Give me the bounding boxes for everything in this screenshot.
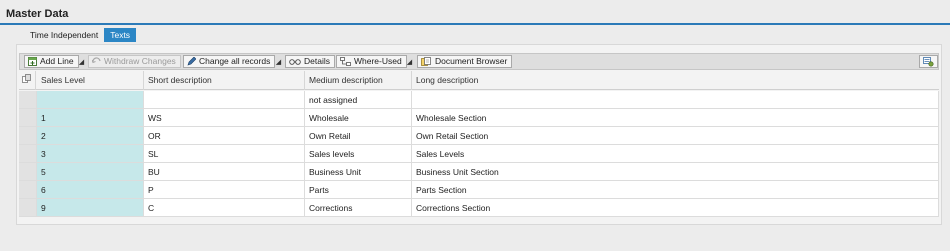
cell-long-description[interactable]: Parts Section xyxy=(412,181,939,199)
row-selector[interactable] xyxy=(19,163,37,181)
tab-bar: Time Independent Texts xyxy=(24,28,137,42)
cell-medium-description[interactable]: not assigned xyxy=(305,91,412,109)
table-row: 3 SL Sales levels Sales Levels xyxy=(19,145,939,163)
add-line-dropdown[interactable]: ◢ xyxy=(78,55,85,68)
add-line-label: Add Line xyxy=(40,56,74,66)
pencil-icon xyxy=(187,56,197,66)
row-selector[interactable] xyxy=(19,109,37,127)
table-row: 5 BU Business Unit Business Unit Section xyxy=(19,163,939,181)
cell-sales-level[interactable]: 9 xyxy=(37,199,144,217)
cell-sales-level[interactable]: 5 xyxy=(37,163,144,181)
cell-short-description[interactable]: OR xyxy=(144,127,305,145)
table-row: 2 OR Own Retail Own Retail Section xyxy=(19,127,939,145)
cell-short-description[interactable]: C xyxy=(144,199,305,217)
table-row: 6 P Parts Parts Section xyxy=(19,181,939,199)
cell-sales-level[interactable]: 2 xyxy=(37,127,144,145)
where-used-icon xyxy=(340,57,351,66)
column-header-sales-level[interactable]: Sales Level xyxy=(37,71,144,90)
add-line-icon xyxy=(28,57,37,66)
where-used-label: Where-Used xyxy=(354,56,402,66)
settings-icon xyxy=(923,57,934,67)
page-header: Master Data xyxy=(0,0,950,25)
table-row: 9 C Corrections Corrections Section xyxy=(19,199,939,217)
cell-short-description[interactable] xyxy=(144,91,305,109)
cell-long-description[interactable]: Wholesale Section xyxy=(412,109,939,127)
withdraw-icon xyxy=(91,57,101,66)
cell-long-description[interactable] xyxy=(412,91,939,109)
cell-long-description[interactable]: Sales Levels xyxy=(412,145,939,163)
cell-long-description[interactable]: Corrections Section xyxy=(412,199,939,217)
row-selector[interactable] xyxy=(19,199,37,217)
cell-sales-level[interactable]: 3 xyxy=(37,145,144,163)
cell-sales-level[interactable] xyxy=(37,91,144,109)
cell-short-description[interactable]: BU xyxy=(144,163,305,181)
cell-medium-description[interactable]: Corrections xyxy=(305,199,412,217)
column-header-short-description[interactable]: Short description xyxy=(144,71,305,90)
table-body: not assigned 1 WS Wholesale Wholesale Se… xyxy=(19,91,939,217)
cell-long-description[interactable]: Own Retail Section xyxy=(412,127,939,145)
row-selector[interactable] xyxy=(19,145,37,163)
table-toolbar: Add Line ◢ Withdraw Changes Change all r… xyxy=(19,53,939,70)
texts-panel: Add Line ◢ Withdraw Changes Change all r… xyxy=(16,44,942,225)
cell-short-description[interactable]: WS xyxy=(144,109,305,127)
change-all-records-dropdown[interactable]: ◢ xyxy=(275,55,282,68)
cell-short-description[interactable]: P xyxy=(144,181,305,199)
table-row: not assigned xyxy=(19,91,939,109)
page-title: Master Data xyxy=(6,8,69,20)
cell-long-description[interactable]: Business Unit Section xyxy=(412,163,939,181)
change-all-records-button[interactable]: Change all records xyxy=(183,55,276,68)
row-selector[interactable] xyxy=(19,181,37,199)
cell-sales-level[interactable]: 6 xyxy=(37,181,144,199)
settings-button[interactable] xyxy=(919,55,938,68)
table-row: 1 WS Wholesale Wholesale Section xyxy=(19,109,939,127)
cell-medium-description[interactable]: Parts xyxy=(305,181,412,199)
tab-time-independent[interactable]: Time Independent xyxy=(24,28,104,42)
withdraw-changes-label: Withdraw Changes xyxy=(104,56,176,66)
row-selector[interactable] xyxy=(19,127,37,145)
cell-medium-description[interactable]: Business Unit xyxy=(305,163,412,181)
column-header-medium-description[interactable]: Medium description xyxy=(305,71,412,90)
document-browser-label: Document Browser xyxy=(435,56,508,66)
cell-medium-description[interactable]: Own Retail xyxy=(305,127,412,145)
select-all-icon xyxy=(22,71,31,83)
column-header-long-description[interactable]: Long description xyxy=(412,71,939,90)
row-selector[interactable] xyxy=(19,91,37,109)
select-all-cell[interactable] xyxy=(19,71,36,90)
document-browser-button[interactable]: Document Browser xyxy=(417,55,513,68)
change-all-records-label: Change all records xyxy=(199,56,271,66)
cell-sales-level[interactable]: 1 xyxy=(37,109,144,127)
tab-texts[interactable]: Texts xyxy=(104,28,137,42)
where-used-dropdown[interactable]: ◢ xyxy=(406,55,413,68)
cell-medium-description[interactable]: Wholesale xyxy=(305,109,412,127)
details-label: Details xyxy=(304,56,330,66)
cell-short-description[interactable]: SL xyxy=(144,145,305,163)
document-browser-icon xyxy=(421,57,432,66)
add-line-button[interactable]: Add Line xyxy=(24,55,79,68)
cell-medium-description[interactable]: Sales levels xyxy=(305,145,412,163)
where-used-button[interactable]: Where-Used xyxy=(336,55,407,68)
glasses-icon xyxy=(289,57,301,66)
table-header: Sales Level Short description Medium des… xyxy=(19,71,939,90)
details-button[interactable]: Details xyxy=(285,55,335,68)
withdraw-changes-button[interactable]: Withdraw Changes xyxy=(88,55,181,68)
